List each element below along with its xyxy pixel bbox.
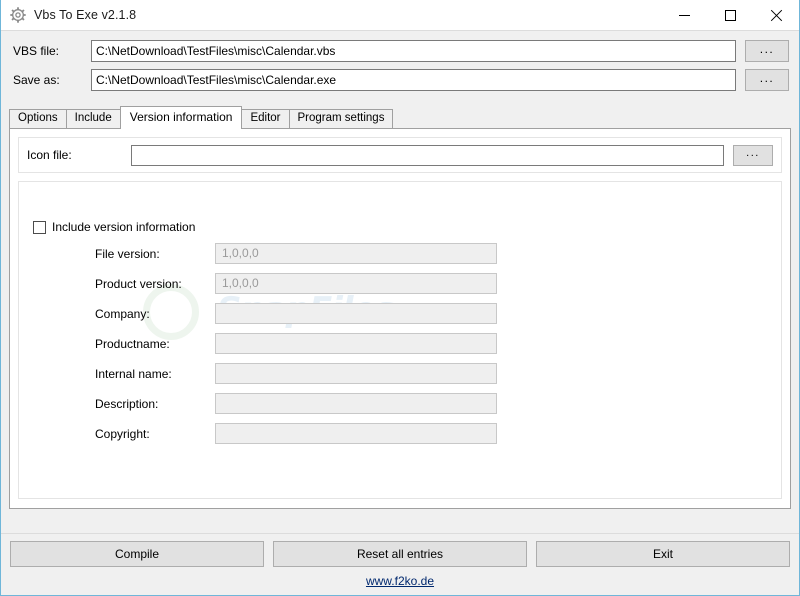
tab-strip: Options Include Version information Edit… — [9, 106, 799, 129]
close-icon — [770, 10, 782, 22]
application-window: Vbs To Exe v2.1.8 VBS file: C:\NetDownlo… — [0, 0, 800, 596]
internal-name-label: Internal name: — [95, 366, 172, 381]
productname-row: Productname: — [19, 333, 781, 354]
include-version-information-row: Include version information — [33, 220, 781, 234]
description-input[interactable] — [215, 393, 497, 414]
tab-program-settings[interactable]: Program settings — [288, 109, 394, 128]
icon-file-group: Icon file: ... — [18, 137, 782, 173]
window-title: Vbs To Exe v2.1.8 — [34, 8, 137, 22]
maximize-icon — [724, 10, 736, 21]
gear-icon — [10, 7, 26, 23]
vbs-file-browse-button[interactable]: ... — [745, 40, 789, 62]
vbs-file-row: VBS file: C:\NetDownload\TestFiles\misc\… — [11, 40, 789, 62]
product-version-row: Product version: 1,0,0,0 — [19, 273, 781, 294]
exit-button[interactable]: Exit — [536, 541, 790, 567]
close-button[interactable] — [753, 0, 799, 31]
productname-input[interactable] — [215, 333, 497, 354]
tab-include[interactable]: Include — [65, 109, 121, 128]
file-version-label: File version: — [95, 246, 160, 261]
maximize-button[interactable] — [707, 0, 753, 31]
icon-file-input[interactable] — [131, 144, 724, 166]
minimize-icon — [678, 15, 690, 16]
minimize-button[interactable] — [661, 0, 707, 31]
internal-name-row: Internal name: — [19, 363, 781, 384]
copyright-row: Copyright: — [19, 423, 781, 444]
company-label: Company: — [95, 306, 150, 321]
icon-file-browse-button[interactable]: ... — [733, 144, 773, 166]
vbs-file-input[interactable]: C:\NetDownload\TestFiles\misc\Calendar.v… — [91, 40, 736, 62]
save-as-browse-button[interactable]: ... — [745, 69, 789, 91]
copyright-label: Copyright: — [95, 426, 150, 441]
homepage-link[interactable]: www.f2ko.de — [1, 574, 799, 588]
reset-all-entries-button[interactable]: Reset all entries — [273, 541, 527, 567]
company-input[interactable] — [215, 303, 497, 324]
description-label: Description: — [95, 396, 159, 411]
save-as-input[interactable]: C:\NetDownload\TestFiles\misc\Calendar.e… — [91, 69, 736, 91]
tab-editor[interactable]: Editor — [241, 109, 290, 128]
productname-label: Productname: — [95, 336, 170, 351]
save-as-label: Save as: — [13, 73, 60, 87]
compile-button[interactable]: Compile — [10, 541, 264, 567]
bottom-bar: Compile Reset all entries Exit www.f2ko.… — [1, 533, 799, 595]
file-version-input[interactable]: 1,0,0,0 — [215, 243, 497, 264]
tab-options[interactable]: Options — [9, 109, 67, 128]
internal-name-input[interactable] — [215, 363, 497, 384]
product-version-input[interactable]: 1,0,0,0 — [215, 273, 497, 294]
include-version-information-checkbox[interactable] — [33, 220, 46, 234]
description-row: Description: — [19, 393, 781, 414]
vbs-file-label: VBS file: — [13, 44, 60, 58]
save-as-row: Save as: C:\NetDownload\TestFiles\misc\C… — [11, 69, 789, 91]
file-paths-section: VBS file: C:\NetDownload\TestFiles\misc\… — [1, 31, 799, 104]
title-bar: Vbs To Exe v2.1.8 — [1, 0, 799, 31]
product-version-label: Product version: — [95, 276, 182, 291]
window-controls — [661, 0, 799, 31]
version-information-group: SnapFiles Include version information Fi… — [18, 181, 782, 499]
action-buttons: Compile Reset all entries Exit — [1, 534, 799, 567]
icon-file-label: Icon file: — [27, 148, 72, 162]
tab-page-version-information: Icon file: ... SnapFiles Include version… — [9, 128, 791, 509]
include-version-information-label: Include version information — [52, 220, 196, 234]
tab-version-information[interactable]: Version information — [119, 106, 243, 129]
copyright-input[interactable] — [215, 423, 497, 444]
file-version-row: File version: 1,0,0,0 — [19, 243, 781, 264]
company-row: Company: — [19, 303, 781, 324]
